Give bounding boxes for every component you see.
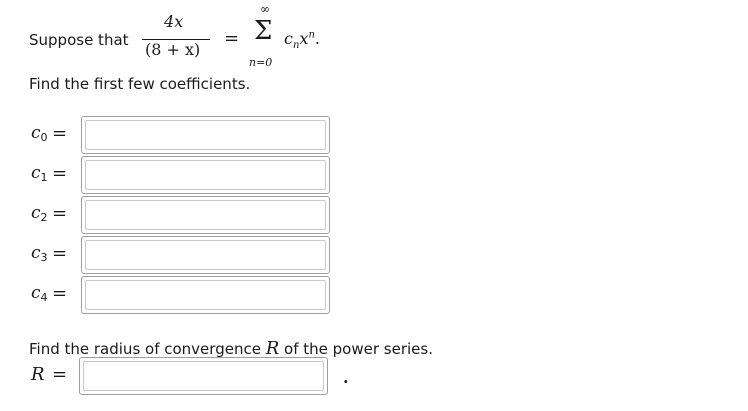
c4-input[interactable] <box>85 280 326 310</box>
coefficient-var: c <box>31 283 41 303</box>
radius-label: R <box>31 364 45 385</box>
coefficient-equals: = <box>52 163 68 184</box>
intro-prefix: Suppose that <box>29 31 129 49</box>
coefficient-sub: 0 <box>40 131 48 144</box>
coefficient-equals: = <box>52 123 68 144</box>
coefficient-equals: = <box>52 283 68 304</box>
c3-answer-box <box>81 236 330 274</box>
instruction-text: Find the first few coefficients. <box>29 75 251 93</box>
radius-question: Find the radius of convergence R of the … <box>29 338 433 359</box>
fraction-denominator: (8 + x) <box>145 40 201 59</box>
coefficient-equals: = <box>52 243 68 264</box>
radius-equals: = <box>52 364 68 385</box>
coefficient-var: c <box>31 123 41 143</box>
radius-question-after: of the power series. <box>279 340 433 358</box>
sum-lower-limit: n=0 <box>249 56 273 69</box>
sum-upper-limit: ∞ <box>260 2 270 16</box>
coefficient-var: c <box>31 243 41 263</box>
radius-input[interactable] <box>83 361 324 391</box>
fraction-numerator: 4x <box>164 12 184 31</box>
coefficient-sub: 4 <box>40 291 48 304</box>
summand: cnxn. <box>284 29 320 51</box>
summand-c: c <box>284 29 293 48</box>
radius-question-symbol: R <box>265 338 280 359</box>
coefficient-label-c0: c0 <box>31 123 48 144</box>
coefficient-sub: 2 <box>40 211 48 224</box>
coefficient-equals: = <box>52 203 68 224</box>
c0-answer-box <box>81 116 330 154</box>
c1-input[interactable] <box>85 160 326 190</box>
c2-input[interactable] <box>85 200 326 230</box>
coefficient-label-c4: c4 <box>31 283 48 304</box>
radius-trailing-period: . <box>343 368 349 387</box>
coefficient-sub: 1 <box>40 171 48 184</box>
coefficient-var: c <box>31 203 41 223</box>
radius-question-before: Find the radius of convergence <box>29 340 266 358</box>
coefficient-label-c3: c3 <box>31 243 48 264</box>
coefficient-label-c1: c1 <box>31 163 48 184</box>
formula-equals: = <box>224 28 240 49</box>
sum-symbol: Σ <box>254 16 273 46</box>
c1-answer-box <box>81 156 330 194</box>
coefficient-var: c <box>31 163 41 183</box>
c4-answer-box <box>81 276 330 314</box>
c3-input[interactable] <box>85 240 326 270</box>
summand-period: . <box>314 29 320 48</box>
coefficient-label-c2: c2 <box>31 203 48 224</box>
c2-answer-box <box>81 196 330 234</box>
c0-input[interactable] <box>85 120 326 150</box>
radius-answer-box <box>79 357 328 395</box>
coefficient-sub: 3 <box>40 251 48 264</box>
